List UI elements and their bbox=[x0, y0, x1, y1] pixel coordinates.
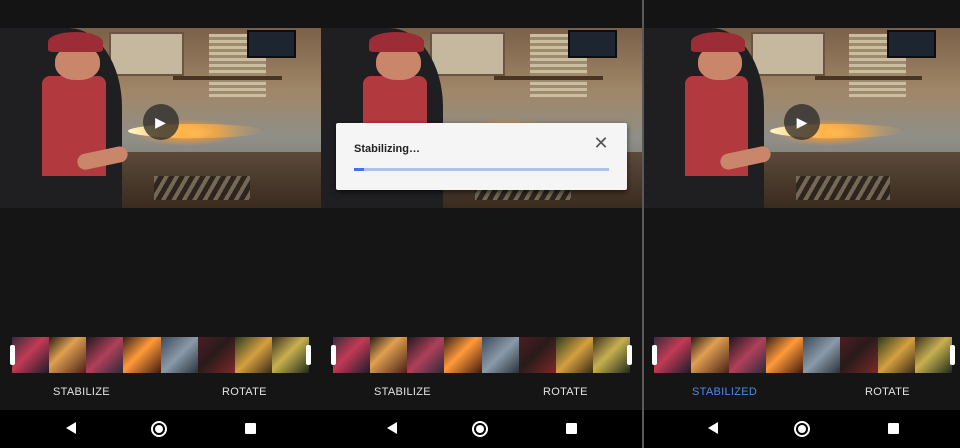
editor-screen-after: ▶ STABILIZED ROTATE bbox=[644, 0, 960, 448]
editor-screen-stabilizing: Stabilizing… ✕ STABILIZE ROTATE bbox=[321, 0, 642, 448]
rotate-button[interactable]: ROTATE bbox=[222, 386, 267, 398]
play-icon[interactable]: ▶ bbox=[784, 104, 820, 140]
filmstrip-frame bbox=[840, 337, 878, 373]
filmstrip-frame bbox=[914, 337, 952, 373]
filmstrip-frame bbox=[333, 337, 371, 373]
home-icon[interactable] bbox=[472, 421, 488, 437]
trim-handle-right[interactable] bbox=[950, 345, 955, 365]
trim-handle-left[interactable] bbox=[10, 345, 15, 365]
filmstrip-frame bbox=[728, 337, 766, 373]
video-scene-shelf bbox=[173, 76, 283, 80]
filmstrip-frame bbox=[271, 337, 309, 373]
screens-row: ▶ STABILIZE ROTATE Stabilizing… ✕ STABIL… bbox=[0, 0, 960, 448]
status-bar bbox=[0, 0, 321, 28]
video-preview[interactable]: ▶ bbox=[644, 28, 960, 208]
system-nav-bar bbox=[644, 410, 960, 448]
system-nav-bar bbox=[0, 410, 321, 448]
recents-icon[interactable] bbox=[566, 423, 577, 434]
video-scene-shelf bbox=[814, 76, 923, 80]
progress-fill bbox=[354, 168, 365, 171]
action-bar: STABILIZE ROTATE bbox=[0, 386, 321, 402]
trim-handle-left[interactable] bbox=[331, 345, 336, 365]
stabilize-button[interactable]: STABILIZE bbox=[374, 386, 431, 398]
filmstrip[interactable] bbox=[12, 337, 309, 373]
video-preview[interactable]: ▶ bbox=[0, 28, 321, 208]
back-icon[interactable] bbox=[66, 422, 76, 434]
home-icon[interactable] bbox=[151, 421, 167, 437]
filmstrip-frame bbox=[86, 337, 124, 373]
back-icon[interactable] bbox=[387, 422, 397, 434]
video-scene-cap bbox=[48, 32, 103, 52]
filmstrip-frame bbox=[592, 337, 630, 373]
filmstrip-frame bbox=[370, 337, 408, 373]
stabilize-button[interactable]: STABILIZE bbox=[53, 386, 110, 398]
video-scene-tools bbox=[154, 176, 251, 200]
status-bar bbox=[321, 0, 642, 28]
stabilized-button[interactable]: STABILIZED bbox=[692, 386, 757, 398]
video-scene-window bbox=[751, 32, 825, 76]
filmstrip-frame bbox=[407, 337, 445, 373]
filmstrip-frame bbox=[654, 337, 692, 373]
status-bar bbox=[644, 0, 960, 28]
filmstrip-frame bbox=[518, 337, 556, 373]
filmstrip-frame bbox=[12, 337, 50, 373]
editor-screen-before: ▶ STABILIZE ROTATE bbox=[0, 0, 321, 448]
trim-handle-left[interactable] bbox=[652, 345, 657, 365]
play-icon[interactable]: ▶ bbox=[142, 104, 179, 140]
rotate-button[interactable]: ROTATE bbox=[543, 386, 588, 398]
filmstrip-frame bbox=[803, 337, 841, 373]
close-icon[interactable]: ✕ bbox=[591, 133, 611, 153]
trim-handle-right[interactable] bbox=[627, 345, 632, 365]
action-bar: STABILIZED ROTATE bbox=[644, 386, 960, 402]
filmstrip-frame bbox=[234, 337, 272, 373]
video-scene-window bbox=[109, 32, 184, 76]
video-scene-shelf bbox=[494, 76, 604, 80]
filmstrip-frame bbox=[877, 337, 915, 373]
filmstrip-frame bbox=[555, 337, 593, 373]
progress-bar bbox=[354, 168, 609, 171]
video-scene-cap bbox=[691, 32, 746, 52]
filmstrip-frame bbox=[481, 337, 519, 373]
filmstrip[interactable] bbox=[333, 337, 630, 373]
recents-icon[interactable] bbox=[888, 423, 899, 434]
filmstrip-frame bbox=[691, 337, 729, 373]
filmstrip-frame bbox=[444, 337, 482, 373]
action-bar: STABILIZE ROTATE bbox=[321, 386, 642, 402]
video-scene-window bbox=[430, 32, 505, 76]
back-icon[interactable] bbox=[708, 422, 718, 434]
filmstrip-frame bbox=[123, 337, 161, 373]
trim-handle-right[interactable] bbox=[306, 345, 311, 365]
home-icon[interactable] bbox=[794, 421, 810, 437]
filmstrip-frame bbox=[160, 337, 198, 373]
video-scene-tv bbox=[887, 30, 936, 58]
video-scene-tv bbox=[568, 30, 618, 58]
video-scene-cap bbox=[369, 32, 424, 52]
filmstrip[interactable] bbox=[654, 337, 952, 373]
video-scene-tools bbox=[795, 176, 891, 200]
filmstrip-frame bbox=[765, 337, 803, 373]
dialog-title: Stabilizing… bbox=[354, 143, 420, 155]
stabilizing-dialog: Stabilizing… ✕ bbox=[336, 123, 627, 190]
filmstrip-frame bbox=[49, 337, 87, 373]
recents-icon[interactable] bbox=[245, 423, 256, 434]
filmstrip-frame bbox=[197, 337, 235, 373]
rotate-button[interactable]: ROTATE bbox=[865, 386, 910, 398]
system-nav-bar bbox=[321, 410, 642, 448]
video-scene-tv bbox=[247, 30, 297, 58]
